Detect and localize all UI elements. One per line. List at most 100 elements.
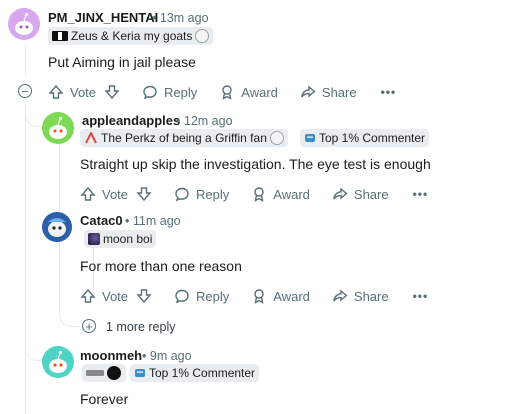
vote-label: Vote	[102, 186, 129, 202]
thread-elbow-1	[25, 110, 40, 127]
reply-icon	[143, 85, 157, 100]
more-options-button[interactable]: •••	[381, 85, 397, 99]
downvote-button[interactable]	[136, 186, 152, 202]
downvote-icon	[136, 289, 152, 304]
share-icon	[333, 289, 348, 302]
top-commenter-badge: Top 1% Commenter	[300, 129, 430, 147]
flair-emoji-icon	[52, 31, 68, 41]
user-flair: moon boi	[84, 230, 157, 248]
separator: •	[176, 114, 181, 128]
downvote-button[interactable]	[136, 288, 152, 304]
avatar[interactable]	[42, 112, 74, 144]
downvote-icon	[136, 187, 152, 202]
comment-body: For more than one reason	[80, 258, 242, 274]
upvote-icon	[80, 288, 96, 303]
username[interactable]: PM_JINX_HENTAI	[48, 10, 158, 25]
more-options-button[interactable]: •••	[413, 187, 429, 201]
reply-label: Reply	[196, 288, 230, 304]
expand-icon[interactable]: +	[82, 319, 96, 333]
user-flair: The Perkz of being a Griffin fan	[80, 129, 288, 147]
comment-body: Forever	[80, 391, 129, 407]
avatar[interactable]	[8, 8, 40, 40]
flair-team-icon	[195, 29, 210, 43]
custom-avatar-icon	[42, 212, 72, 242]
flair-text: Zeus & Keria my goats	[71, 29, 193, 43]
user-flair	[82, 364, 126, 382]
comment-meta: • 9m ago	[142, 349, 192, 363]
snoo-avatar-icon	[15, 12, 33, 35]
comment-body: Straight up skip the investigation. The …	[80, 156, 431, 172]
flair-emblem-icon	[107, 366, 121, 380]
badge-icon	[305, 134, 315, 142]
avatar[interactable]	[42, 212, 72, 242]
award-button[interactable]: Award	[251, 186, 310, 202]
share-button[interactable]: Share	[300, 84, 357, 100]
vote-label: Vote	[102, 288, 129, 304]
badge-icon	[135, 369, 145, 377]
snoo-avatar-icon	[49, 350, 67, 373]
timestamp[interactable]: 12m ago	[184, 114, 233, 128]
username[interactable]: moonmeh	[80, 348, 142, 363]
more-icon: •••	[412, 187, 429, 201]
timestamp[interactable]: 11m ago	[133, 214, 181, 228]
share-icon	[301, 85, 316, 98]
flair-text: The Perkz of being a Griffin fan	[101, 131, 267, 145]
award-label: Award	[241, 84, 278, 100]
thread-elbow-more	[59, 302, 80, 327]
more-replies-link[interactable]: 1 more reply	[106, 320, 175, 334]
reply-button[interactable]: Reply	[174, 288, 229, 304]
award-icon	[254, 289, 264, 304]
share-label: Share	[353, 288, 389, 304]
award-button[interactable]: Award	[251, 288, 310, 304]
reply-button[interactable]: Reply	[174, 186, 229, 202]
upvote-button[interactable]: Vote	[80, 288, 128, 304]
comment-actions: Vote Reply Award Share •••	[80, 285, 428, 307]
award-label: Award	[273, 288, 310, 304]
flair-image-icon	[86, 370, 104, 376]
username[interactable]: appleandapples	[82, 113, 180, 128]
badge-text: Top 1% Commenter	[319, 131, 426, 145]
separator: •	[142, 349, 147, 363]
reply-button[interactable]: Reply	[142, 84, 197, 100]
flair-team-icon	[269, 131, 284, 145]
comment-meta: • 13m ago	[152, 11, 209, 25]
share-button[interactable]: Share	[332, 186, 389, 202]
separator: •	[125, 214, 130, 228]
username[interactable]: Catac0	[80, 213, 123, 228]
upvote-icon	[80, 186, 96, 201]
comment-body: Put Aiming in jail please	[48, 54, 196, 70]
upvote-button[interactable]: Vote	[48, 84, 96, 100]
flair-moon-icon	[88, 233, 100, 245]
more-icon: •••	[412, 289, 429, 303]
separator: •	[152, 11, 157, 25]
share-button[interactable]: Share	[332, 288, 389, 304]
more-icon: •••	[380, 85, 397, 99]
user-flair: Zeus & Keria my goats	[48, 27, 214, 45]
share-label: Share	[353, 186, 389, 202]
comment-actions: Vote Reply Award Share •••	[80, 183, 428, 205]
vote-label: Vote	[70, 84, 97, 100]
reply-icon	[175, 289, 189, 304]
timestamp[interactable]: 13m ago	[160, 11, 209, 25]
comment-meta: • 11m ago	[125, 214, 181, 228]
badge-text: Top 1% Commenter	[149, 366, 256, 380]
thread-line-root	[25, 46, 26, 76]
comment-actions: Vote Reply Award Share •••	[48, 81, 396, 103]
award-button[interactable]: Award	[219, 84, 278, 100]
award-icon	[254, 187, 264, 202]
thread-elbow-4	[25, 340, 40, 361]
reply-icon	[175, 187, 189, 202]
top-commenter-badge: Top 1% Commenter	[130, 364, 260, 382]
more-options-button[interactable]: •••	[413, 289, 429, 303]
timestamp[interactable]: 9m ago	[150, 349, 192, 363]
flair-emoji-icon	[85, 132, 97, 144]
share-icon	[333, 187, 348, 200]
collapse-icon[interactable]: −	[18, 84, 32, 98]
downvote-button[interactable]	[104, 84, 120, 100]
share-label: Share	[321, 84, 357, 100]
reply-label: Reply	[196, 186, 230, 202]
avatar[interactable]	[42, 346, 74, 378]
downvote-icon	[104, 85, 120, 100]
upvote-button[interactable]: Vote	[80, 186, 128, 202]
thread-line-root-lower	[25, 104, 26, 414]
